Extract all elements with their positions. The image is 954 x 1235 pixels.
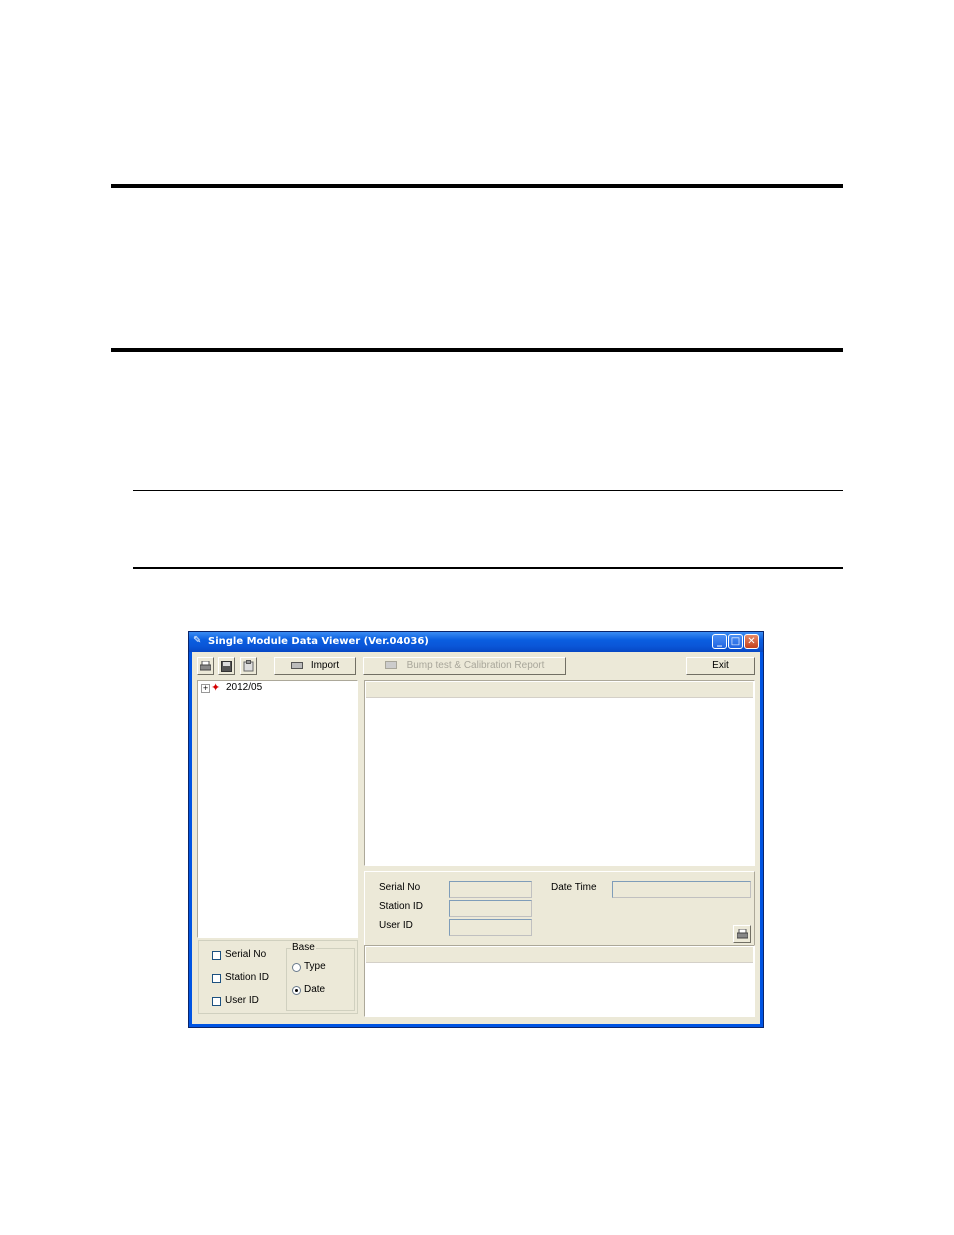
report-label: Bump test & Calibration Report: [406, 660, 545, 671]
app-icon: ✎: [193, 635, 202, 646]
client-area: Import Bump test & Calibration Report Ex…: [192, 652, 760, 1024]
user-id-checkbox[interactable]: [212, 997, 221, 1006]
report-print-icon: [384, 661, 397, 670]
clipboard-button[interactable]: [240, 657, 257, 675]
date-radio[interactable]: [292, 986, 301, 995]
tree-node-label[interactable]: 2012/05: [226, 682, 262, 693]
clipboard-icon: [243, 660, 254, 672]
import-button[interactable]: Import: [274, 657, 356, 675]
user-id-label: User ID: [379, 920, 413, 931]
app-window: ✎ Single Module Data Viewer (Ver.04036) …: [188, 631, 764, 1028]
maximize-button[interactable]: □: [728, 634, 743, 649]
date-radio-label: Date: [304, 984, 326, 995]
folder-star-icon: ✦: [211, 681, 221, 694]
user-id-filter-label: User ID: [225, 995, 259, 1006]
window-title: Single Module Data Viewer (Ver.04036): [208, 636, 429, 647]
report-button[interactable]: Bump test & Calibration Report: [363, 657, 566, 675]
top-heavy-rule: [111, 184, 843, 188]
data-grid-header: [366, 682, 753, 698]
import-icon: [290, 661, 303, 669]
save-button[interactable]: [218, 657, 235, 675]
serial-no-label: Serial No: [379, 882, 421, 893]
thin-rule-lower: [133, 567, 843, 569]
print-button[interactable]: [197, 657, 214, 675]
data-grid[interactable]: [364, 680, 755, 866]
base-group: [286, 948, 355, 1011]
exit-label: Exit: [712, 660, 729, 671]
close-button[interactable]: ✕: [744, 634, 759, 649]
date-time-label: Date Time: [551, 882, 597, 893]
station-id-field: [449, 900, 532, 917]
tree-panel[interactable]: + ✦ 2012/05: [197, 680, 358, 938]
minimize-button[interactable]: _: [712, 634, 727, 649]
serial-no-checkbox[interactable]: [212, 951, 221, 960]
import-label: Import: [310, 660, 340, 671]
station-id-label: Station ID: [379, 901, 423, 912]
detail-grid[interactable]: [364, 945, 755, 1017]
tree-expander[interactable]: +: [201, 684, 210, 693]
type-radio-label: Type: [304, 961, 326, 972]
details-print-button[interactable]: [733, 925, 751, 943]
serial-no-filter-label: Serial No: [225, 949, 267, 960]
thin-rule-upper: [133, 490, 843, 491]
user-id-field: [449, 919, 532, 936]
date-time-field: [612, 881, 751, 898]
type-radio[interactable]: [292, 963, 301, 972]
second-heavy-rule: [111, 348, 843, 352]
base-group-label: Base: [291, 942, 316, 953]
print-icon: [736, 928, 748, 939]
station-id-checkbox[interactable]: [212, 974, 221, 983]
title-bar[interactable]: ✎ Single Module Data Viewer (Ver.04036) …: [189, 632, 763, 652]
station-id-filter-label: Station ID: [225, 972, 269, 983]
detail-grid-header: [366, 947, 753, 963]
print-icon: [199, 660, 212, 671]
save-icon: [221, 661, 232, 672]
serial-no-field: [449, 881, 532, 898]
exit-button[interactable]: Exit: [686, 657, 755, 675]
